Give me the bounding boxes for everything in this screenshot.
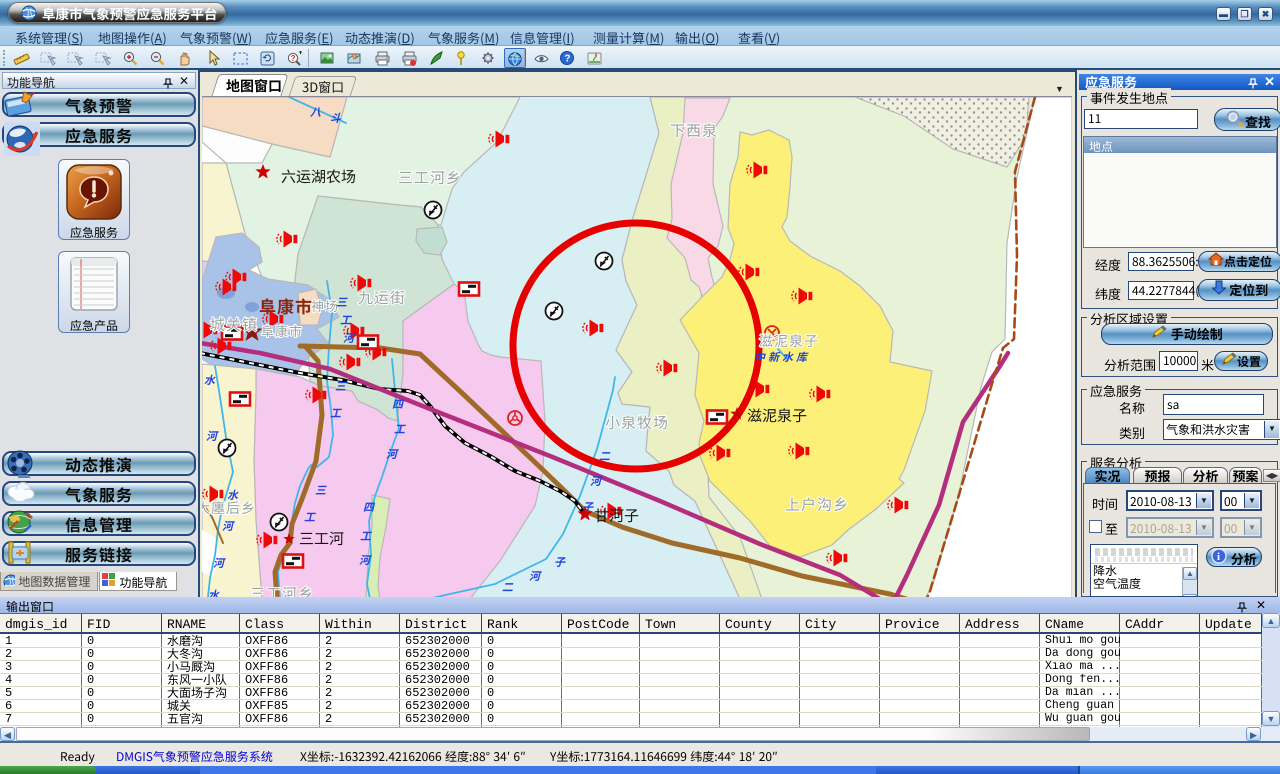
svg-text:工: 工 [304,509,316,525]
svg-text:i: i [1217,551,1220,563]
svg-text:工: 工 [340,312,352,328]
svg-text:八: 八 [310,104,321,120]
svg-text:小泉牧场: 小泉牧场 [605,412,669,433]
svg-text:?: ? [290,53,295,64]
svg-text:阜康市: 阜康市 [261,321,303,340]
svg-text:三工河乡: 三工河乡 [250,583,314,598]
svg-text:二: 二 [502,579,514,595]
svg-text:六运湖农场: 六运湖农场 [281,166,356,187]
svg-text:工: 工 [394,421,406,437]
svg-text:下西泉: 下西泉 [670,120,718,141]
svg-text:?: ? [564,54,570,65]
svg-text:二: 二 [599,448,611,464]
svg-text:斗: 斗 [330,110,342,126]
svg-text:工: 工 [360,528,372,544]
svg-text:子: 子 [554,554,566,570]
svg-text:三: 三 [315,482,327,498]
svg-text:工: 工 [330,405,342,421]
svg-text:甘河子: 甘河子 [594,505,639,526]
svg-text:上户沟乡: 上户沟乡 [785,494,849,515]
svg-text:三工河乡: 三工河乡 [398,167,462,188]
svg-text:水: 水 [227,487,239,503]
svg-text:子: 子 [582,499,594,515]
svg-text:城关镇: 城关镇 [210,314,258,335]
svg-text:三: 三 [336,294,348,310]
svg-text:滋泥泉子: 滋泥泉子 [759,331,819,351]
svg-text:水: 水 [782,349,794,365]
svg-text:三工河: 三工河 [299,528,344,549]
svg-text:中: 中 [754,349,766,365]
svg-text:九运街: 九运街 [358,287,406,308]
svg-text:神场: 神场 [311,296,339,315]
svg-text:滋泥泉子: 滋泥泉子 [747,405,807,426]
svg-text:三: 三 [335,378,347,394]
svg-text:阜康市: 阜康市 [259,293,313,318]
svg-text:水: 水 [204,372,216,388]
